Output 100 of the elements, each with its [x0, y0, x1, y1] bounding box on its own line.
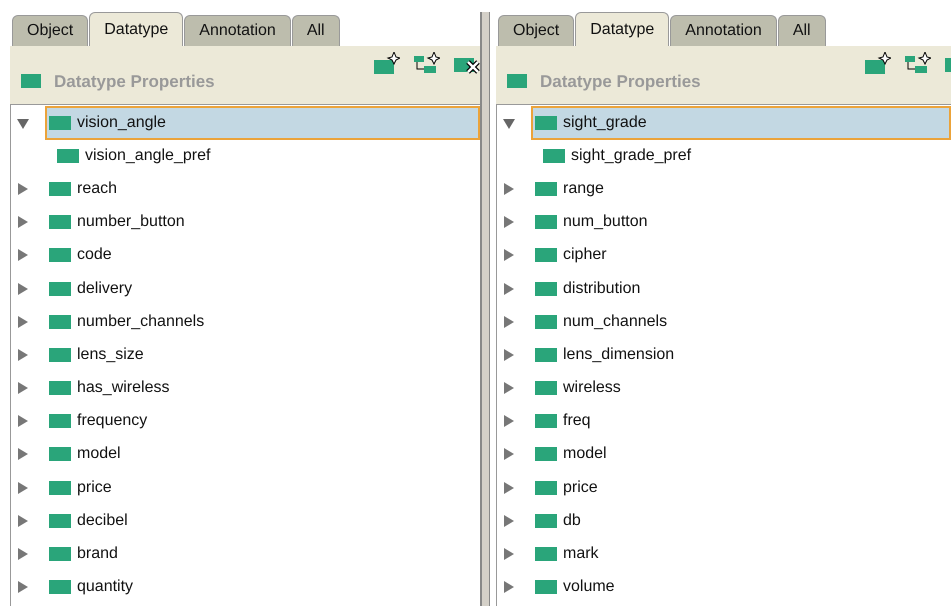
property-icon	[506, 74, 528, 88]
property-icon	[535, 348, 557, 362]
property-icon	[20, 74, 42, 88]
tree-item[interactable]: number_channels	[45, 304, 480, 339]
tree-item[interactable]: brand	[45, 537, 480, 572]
tree-item[interactable]: cipher	[531, 238, 951, 272]
tree-item[interactable]: freq	[531, 404, 951, 438]
property-icon	[49, 514, 71, 528]
tree-item[interactable]: lens_size	[45, 338, 480, 372]
expander-icon[interactable]	[17, 182, 29, 196]
property-icon	[49, 580, 71, 594]
tab[interactable]: Datatype	[575, 12, 670, 46]
expander-icon[interactable]	[503, 182, 515, 196]
tree-item[interactable]: code	[45, 238, 480, 272]
expander-icon[interactable]	[17, 248, 29, 262]
property-icon	[535, 580, 557, 594]
property-icon	[535, 314, 557, 329]
tab[interactable]: All	[292, 15, 340, 46]
tree-item[interactable]: num_button	[531, 205, 951, 240]
tree-item[interactable]: num_channels	[531, 304, 951, 339]
property-icon	[49, 282, 71, 296]
tree-item[interactable]: mark	[531, 537, 951, 572]
expander-icon[interactable]	[503, 447, 515, 462]
property-icon	[535, 480, 557, 495]
property-icon	[535, 215, 557, 230]
panel-title: Datatype Properties	[540, 72, 701, 92]
expander-icon[interactable]	[17, 514, 29, 528]
tab[interactable]: Datatype	[89, 12, 184, 46]
property-icon	[535, 414, 557, 428]
tree-item[interactable]: sight_grade	[531, 106, 951, 140]
property-icon	[535, 182, 557, 196]
tree-item[interactable]: lens_dimension	[531, 338, 951, 372]
tree-item[interactable]: sight_grade_pref	[539, 138, 951, 173]
expander-icon[interactable]	[17, 314, 29, 329]
expander-icon[interactable]	[503, 282, 515, 296]
expander-icon[interactable]	[17, 547, 29, 562]
tree-item[interactable]: delivery	[45, 272, 480, 306]
property-icon	[49, 314, 71, 329]
tree-item[interactable]: db	[531, 504, 951, 538]
tree-item[interactable]: model	[531, 437, 951, 472]
tree-item[interactable]: quantity	[45, 570, 480, 604]
tab[interactable]: Annotation	[184, 15, 291, 46]
expander-icon[interactable]	[17, 215, 29, 230]
expander-icon[interactable]	[17, 414, 29, 428]
property-icon	[49, 116, 71, 130]
tree-item[interactable]: decibel	[45, 504, 480, 538]
property-icon	[49, 182, 71, 196]
tree-item[interactable]: distribution	[531, 272, 951, 306]
expander-icon[interactable]	[17, 580, 29, 594]
property-icon	[535, 116, 557, 130]
expander-icon[interactable]	[503, 580, 515, 594]
property-icon	[535, 282, 557, 296]
property-icon	[49, 547, 71, 562]
tree-item[interactable]: range	[531, 172, 951, 206]
expander-icon[interactable]	[17, 381, 29, 396]
expander-icon[interactable]	[503, 381, 515, 396]
add-subproperty-icon[interactable]	[414, 52, 440, 74]
property-icon	[535, 447, 557, 462]
expander-icon[interactable]	[503, 348, 515, 362]
tab[interactable]: Object	[498, 15, 574, 46]
tree-item[interactable]: volume	[531, 570, 951, 604]
panel-title: Datatype Properties	[54, 72, 215, 92]
tree-item[interactable]: vision_angle	[45, 106, 480, 140]
property-icon	[49, 480, 71, 495]
add-property-icon[interactable]	[865, 52, 891, 74]
expander-icon[interactable]	[503, 215, 515, 230]
property-icon	[49, 348, 71, 362]
tab[interactable]: All	[778, 15, 826, 46]
tree-item[interactable]: price	[531, 470, 951, 505]
expander-icon[interactable]	[503, 314, 515, 329]
expander-icon[interactable]	[17, 447, 29, 462]
expander-icon[interactable]	[503, 514, 515, 528]
property-icon	[543, 148, 565, 163]
tree-item[interactable]: frequency	[45, 404, 480, 438]
property-icon	[535, 547, 557, 562]
expander-icon[interactable]	[503, 547, 515, 562]
property-icon	[49, 447, 71, 462]
property-icon	[49, 215, 71, 230]
tab[interactable]: Annotation	[670, 15, 777, 46]
property-icon	[535, 248, 557, 262]
tree-item[interactable]: price	[45, 470, 480, 505]
add-property-icon[interactable]	[374, 52, 400, 74]
tree-item[interactable]: has_wireless	[45, 371, 480, 406]
expander-icon[interactable]	[503, 248, 515, 262]
add-subproperty-icon[interactable]	[905, 52, 931, 74]
expander-icon[interactable]	[17, 348, 29, 362]
tree-item[interactable]: vision_angle_pref	[53, 138, 480, 173]
tree-item[interactable]: wireless	[531, 371, 951, 406]
expander-icon[interactable]	[17, 480, 29, 495]
splitter-handle[interactable]	[480, 12, 490, 606]
tab[interactable]: Object	[12, 15, 88, 46]
property-icon	[49, 381, 71, 396]
tree-item[interactable]: model	[45, 437, 480, 472]
property-icon	[535, 514, 557, 528]
expander-icon[interactable]	[17, 282, 29, 296]
property-icon	[49, 414, 71, 428]
tree-item[interactable]: reach	[45, 172, 480, 206]
expander-icon[interactable]	[503, 480, 515, 495]
tree-item[interactable]: number_button	[45, 205, 480, 240]
expander-icon[interactable]	[503, 414, 515, 428]
